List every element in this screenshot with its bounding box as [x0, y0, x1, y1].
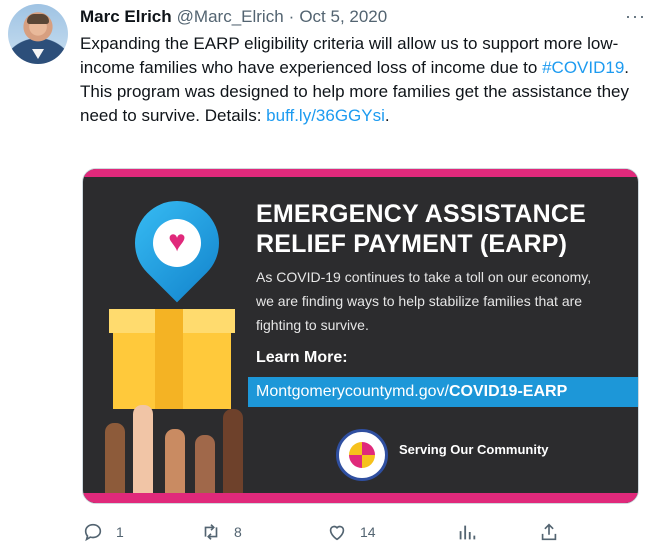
- graphic-title-line2: RELIEF PAYMENT (EARP): [256, 230, 568, 258]
- tweet-date[interactable]: Oct 5, 2020: [299, 7, 387, 27]
- graphic-title: EMERGENCY ASSISTANCE RELIEF PAYMENT (EAR…: [256, 199, 626, 259]
- retweet-button[interactable]: 8: [200, 518, 242, 546]
- author-handle[interactable]: @Marc_Elrich: [177, 7, 284, 27]
- like-button[interactable]: 14: [326, 518, 376, 546]
- graphic-description: As COVID-19 continues to take a toll on …: [256, 269, 592, 333]
- seal-emblem: [349, 442, 375, 468]
- graphic-url-bar: Montgomerycountymd.gov/COVID19-EARP: [248, 377, 638, 407]
- tweet-header: Marc Elrich @Marc_Elrich · Oct 5, 2020: [80, 6, 640, 28]
- tweet-media-image[interactable]: ♥ EMERGENCY ASSISTANCE RELIEF PAYMENT (E…: [82, 168, 639, 504]
- reply-icon: [84, 523, 102, 542]
- share-button[interactable]: [538, 518, 560, 546]
- url-prefix: Montgomerycountymd.gov/: [256, 383, 449, 400]
- analytics-button[interactable]: [456, 518, 478, 546]
- like-count: 14: [360, 524, 376, 540]
- avatar[interactable]: [8, 4, 68, 64]
- avatar-hair: [27, 14, 49, 24]
- hand-illustration: [165, 429, 185, 493]
- tweet-text-part1: Expanding the EARP eligibility criteria …: [80, 34, 619, 77]
- hand-illustration: [195, 435, 215, 493]
- separator-dot: ·: [288, 7, 295, 26]
- avatar-collar: [32, 49, 44, 59]
- top-stripe: [83, 169, 638, 177]
- reply-count: 1: [116, 524, 124, 540]
- like-icon: [329, 525, 345, 541]
- share-icon: [541, 523, 557, 541]
- hashtag-link[interactable]: #COVID19: [542, 58, 624, 77]
- graphic-title-line1: EMERGENCY ASSISTANCE: [256, 200, 586, 228]
- retweet-icon: [204, 524, 218, 540]
- hand-illustration: [105, 423, 125, 493]
- analytics-icon: [459, 525, 476, 540]
- tweet-text: Expanding the EARP eligibility criteria …: [80, 32, 640, 128]
- reply-button[interactable]: 1: [82, 518, 124, 546]
- bottom-stripe: [83, 493, 638, 503]
- details-link[interactable]: buff.ly/36GGYsi: [266, 106, 385, 125]
- more-options-icon[interactable]: ···: [625, 6, 646, 27]
- tweet-text-end: .: [384, 106, 390, 125]
- learn-more-label: Learn More:: [256, 349, 348, 366]
- tweet-actions: 1 8 14: [82, 518, 562, 546]
- url-bold: COVID19-EARP: [448, 383, 568, 400]
- hand-illustration: [223, 409, 243, 493]
- serving-community-text: Serving Our Community: [399, 442, 549, 457]
- county-seal-logo: [336, 429, 388, 481]
- heart-icon: ♥: [168, 225, 186, 258]
- author-name[interactable]: Marc Elrich: [80, 7, 172, 27]
- hand-illustration: [133, 405, 153, 493]
- retweet-count: 8: [234, 524, 242, 540]
- box-tape: [155, 309, 183, 409]
